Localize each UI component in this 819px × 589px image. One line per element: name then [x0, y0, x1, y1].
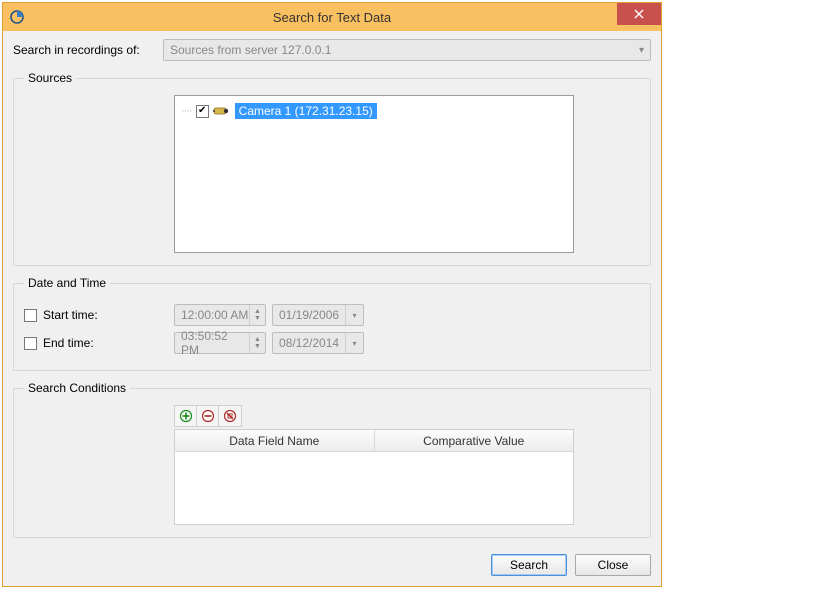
end-time-checkbox[interactable]: [24, 337, 37, 350]
add-condition-button[interactable]: [175, 406, 197, 426]
start-time-row: Start time: 12:00:00 AM ▲▼ 01/19/2006: [24, 302, 640, 328]
column-field-name[interactable]: Data Field Name: [175, 430, 375, 452]
source-checkbox[interactable]: ✔: [196, 105, 209, 118]
source-label: Camera 1 (172.31.23.15): [235, 103, 377, 119]
app-icon: [9, 9, 25, 25]
start-time-label: Start time:: [43, 308, 98, 322]
clear-conditions-button[interactable]: [219, 406, 241, 426]
datetime-group: Date and Time Start time: 12:00:00 AM ▲▼: [13, 276, 651, 371]
end-time-label: End time:: [43, 336, 94, 350]
search-in-row: Search in recordings of: Sources from se…: [13, 39, 651, 61]
conditions-header: Data Field Name Comparative Value: [175, 430, 573, 452]
search-in-label: Search in recordings of:: [13, 43, 163, 57]
tree-connector: ····: [181, 105, 194, 117]
end-date-value: 08/12/2014: [279, 336, 339, 350]
conditions-table: Data Field Name Comparative Value: [174, 429, 574, 525]
close-button[interactable]: Close: [575, 554, 651, 576]
conditions-toolbar: [174, 405, 242, 427]
conditions-body[interactable]: [175, 452, 573, 524]
column-comparative-value[interactable]: Comparative Value: [375, 430, 574, 452]
camera-icon: [213, 105, 231, 117]
spinner-arrows-icon: ▲▼: [249, 305, 265, 325]
search-in-combo[interactable]: Sources from server 127.0.0.1 ▾: [163, 39, 651, 61]
search-button[interactable]: Search: [491, 554, 567, 576]
start-time-checkbox[interactable]: [24, 309, 37, 322]
start-time-spinner[interactable]: 12:00:00 AM ▲▼: [174, 304, 266, 326]
end-time-row: End time: 03:50:52 PM ▲▼ 08/12/2014 ▾: [24, 330, 640, 356]
sources-tree[interactable]: ···· ✔ Camera 1 (172.31.23.15): [174, 95, 574, 253]
close-window-button[interactable]: [617, 3, 661, 25]
dialog-content: Search in recordings of: Sources from se…: [3, 31, 661, 586]
start-date-value: 01/19/2006: [279, 308, 339, 322]
tree-row[interactable]: ···· ✔ Camera 1 (172.31.23.15): [181, 102, 567, 120]
conditions-legend: Search Conditions: [24, 381, 130, 395]
conditions-group: Search Conditions: [13, 381, 651, 538]
dialog-window: Search for Text Data Search in recording…: [2, 2, 662, 587]
start-date-picker[interactable]: 01/19/2006 ▾: [272, 304, 364, 326]
end-time-spinner[interactable]: 03:50:52 PM ▲▼: [174, 332, 266, 354]
spinner-arrows-icon: ▲▼: [249, 333, 265, 353]
search-in-value: Sources from server 127.0.0.1: [170, 43, 331, 57]
end-time-value: 03:50:52 PM: [181, 329, 249, 357]
window-title: Search for Text Data: [3, 10, 661, 25]
titlebar: Search for Text Data: [3, 3, 661, 31]
chevron-down-icon: ▾: [345, 333, 363, 353]
dialog-footer: Search Close: [13, 548, 651, 576]
chevron-down-icon: ▾: [345, 305, 363, 325]
end-date-picker[interactable]: 08/12/2014 ▾: [272, 332, 364, 354]
sources-group: Sources ···· ✔ Camera 1 (172.31.23.15): [13, 71, 651, 266]
datetime-legend: Date and Time: [24, 276, 110, 290]
sources-legend: Sources: [24, 71, 76, 85]
remove-condition-button[interactable]: [197, 406, 219, 426]
chevron-down-icon: ▾: [639, 45, 644, 56]
start-time-value: 12:00:00 AM: [181, 308, 248, 322]
